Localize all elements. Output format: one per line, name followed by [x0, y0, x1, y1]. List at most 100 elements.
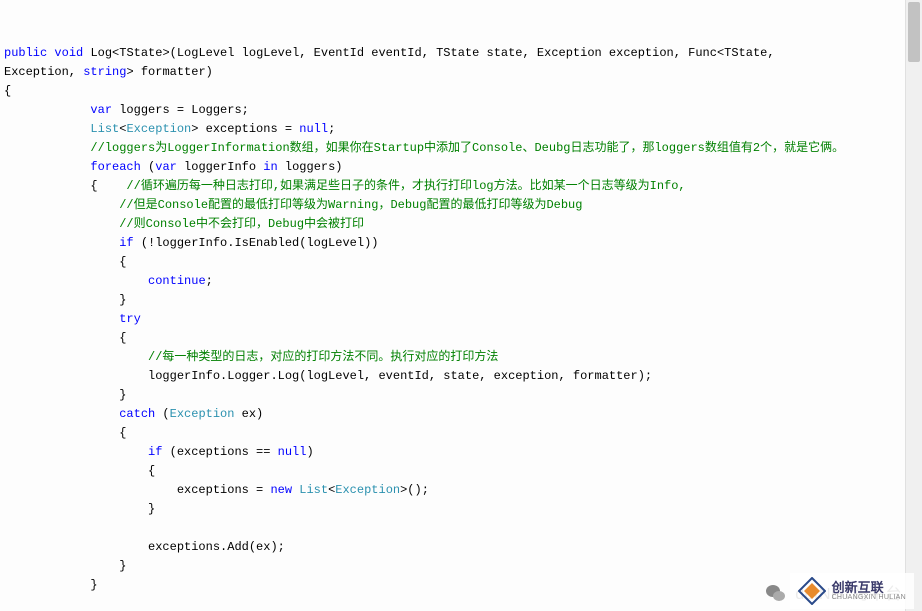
code-token: catch: [119, 407, 155, 421]
code-line: Exception, string> formatter): [4, 63, 918, 82]
code-token: {: [4, 84, 11, 98]
scroll-thumb[interactable]: [908, 2, 920, 62]
code-token: [4, 236, 119, 250]
code-token: (!loggerInfo.IsEnabled(logLevel)): [134, 236, 379, 250]
code-token: }: [4, 388, 126, 402]
wechat-icon: [765, 583, 787, 605]
code-token: Exception: [170, 407, 235, 421]
code-token: {: [4, 426, 126, 440]
code-token: loggers): [278, 160, 343, 174]
code-token: [4, 160, 90, 174]
code-line: //但是Console配置的最低打印等级为Warning，Debug配置的最低打…: [4, 196, 918, 215]
code-token: ex): [234, 407, 263, 421]
code-line: foreach (var loggerInfo in loggers): [4, 158, 918, 177]
code-token: loggers = Loggers;: [112, 103, 249, 117]
vertical-scrollbar[interactable]: [905, 0, 922, 611]
code-token: {: [4, 464, 155, 478]
code-token: loggerInfo.Logger.Log(logLevel, eventId,…: [4, 369, 652, 383]
code-token: foreach: [90, 160, 140, 174]
code-line: loggerInfo.Logger.Log(logLevel, eventId,…: [4, 367, 918, 386]
code-token: new: [270, 483, 292, 497]
code-line: var loggers = Loggers;: [4, 101, 918, 120]
code-token: //每一种类型的日志，对应的打印方法不同。执行对应的打印方法: [148, 350, 498, 364]
code-block: public void Log<TState>(LogLevel logLeve…: [0, 0, 922, 611]
code-token: null: [278, 445, 307, 459]
code-token: //但是Console配置的最低打印等级为Warning，Debug配置的最低打…: [119, 198, 582, 212]
code-lines: public void Log<TState>(LogLevel logLeve…: [4, 44, 918, 595]
code-token: exceptions.Add(ex);: [4, 540, 285, 554]
code-token: Log<TState>(LogLevel logLevel, EventId e…: [90, 46, 781, 60]
code-token: Exception: [335, 483, 400, 497]
code-token: string: [83, 65, 126, 79]
code-token: try: [119, 312, 141, 326]
code-token: > exceptions =: [191, 122, 299, 136]
code-line: if (exceptions == null): [4, 443, 918, 462]
code-token: [4, 122, 90, 136]
code-line: {: [4, 462, 918, 481]
code-token: [4, 217, 119, 231]
code-token: ;: [206, 274, 213, 288]
code-token: List: [299, 483, 328, 497]
code-token: exceptions =: [4, 483, 270, 497]
code-token: in: [263, 160, 277, 174]
code-token: >();: [400, 483, 429, 497]
code-line: }: [4, 386, 918, 405]
code-token: ): [306, 445, 313, 459]
code-token: //则Console中不会打印，Debug中会被打印: [119, 217, 364, 231]
code-token: ;: [328, 122, 335, 136]
code-token: [4, 521, 11, 535]
code-token: [4, 141, 90, 155]
code-line: {: [4, 329, 918, 348]
code-token: var: [155, 160, 177, 174]
code-line: public void Log<TState>(LogLevel logLeve…: [4, 44, 918, 63]
code-token: public: [4, 46, 47, 60]
code-token: }: [4, 502, 155, 516]
code-token: Exception: [126, 122, 191, 136]
code-token: (: [141, 160, 155, 174]
code-line: }: [4, 500, 918, 519]
code-line: //loggers为LoggerInformation数组，如果你在Startu…: [4, 139, 918, 158]
code-line: try: [4, 310, 918, 329]
code-token: [4, 445, 148, 459]
code-line: {: [4, 82, 918, 101]
logo-icon: [798, 577, 826, 605]
code-token: void: [54, 46, 83, 60]
code-line: List<Exception> exceptions = null;: [4, 120, 918, 139]
code-token: [4, 350, 148, 364]
code-token: }: [4, 578, 98, 592]
code-token: //loggers为LoggerInformation数组，如果你在Startu…: [90, 141, 844, 155]
code-token: (exceptions ==: [162, 445, 277, 459]
code-token: }: [4, 559, 126, 573]
code-token: }: [4, 293, 126, 307]
code-line: exceptions.Add(ex);: [4, 538, 918, 557]
code-token: [4, 274, 148, 288]
code-line: if (!loggerInfo.IsEnabled(logLevel)): [4, 234, 918, 253]
code-token: {: [4, 179, 126, 193]
code-token: [4, 198, 119, 212]
code-token: [4, 312, 119, 326]
code-token: {: [4, 255, 126, 269]
logo-text-cn: 创新互联: [832, 581, 906, 594]
code-token: if: [119, 236, 133, 250]
code-token: {: [4, 331, 126, 345]
watermark-logo: 创新互联 CHUANGXIN HULIAN: [790, 573, 914, 609]
logo-text-en: CHUANGXIN HULIAN: [832, 594, 906, 601]
code-line: { //循环遍历每一种日志打印,如果满足些日子的条件，才执行打印log方法。比如…: [4, 177, 918, 196]
code-token: [4, 407, 119, 421]
code-line: catch (Exception ex): [4, 405, 918, 424]
code-token: > formatter): [126, 65, 212, 79]
code-token: if: [148, 445, 162, 459]
logo-text: 创新互联 CHUANGXIN HULIAN: [832, 581, 906, 601]
code-token: (: [155, 407, 169, 421]
code-line: //每一种类型的日志，对应的打印方法不同。执行对应的打印方法: [4, 348, 918, 367]
code-token: List: [90, 122, 119, 136]
code-line: }: [4, 291, 918, 310]
code-token: continue: [148, 274, 206, 288]
code-token: loggerInfo: [177, 160, 263, 174]
code-token: null: [299, 122, 328, 136]
code-token: //循环遍历每一种日志打印,如果满足些日子的条件，才执行打印log方法。比如某一…: [126, 179, 685, 193]
code-token: [4, 103, 90, 117]
code-token: Exception,: [4, 65, 83, 79]
code-line: {: [4, 253, 918, 272]
code-line: continue;: [4, 272, 918, 291]
